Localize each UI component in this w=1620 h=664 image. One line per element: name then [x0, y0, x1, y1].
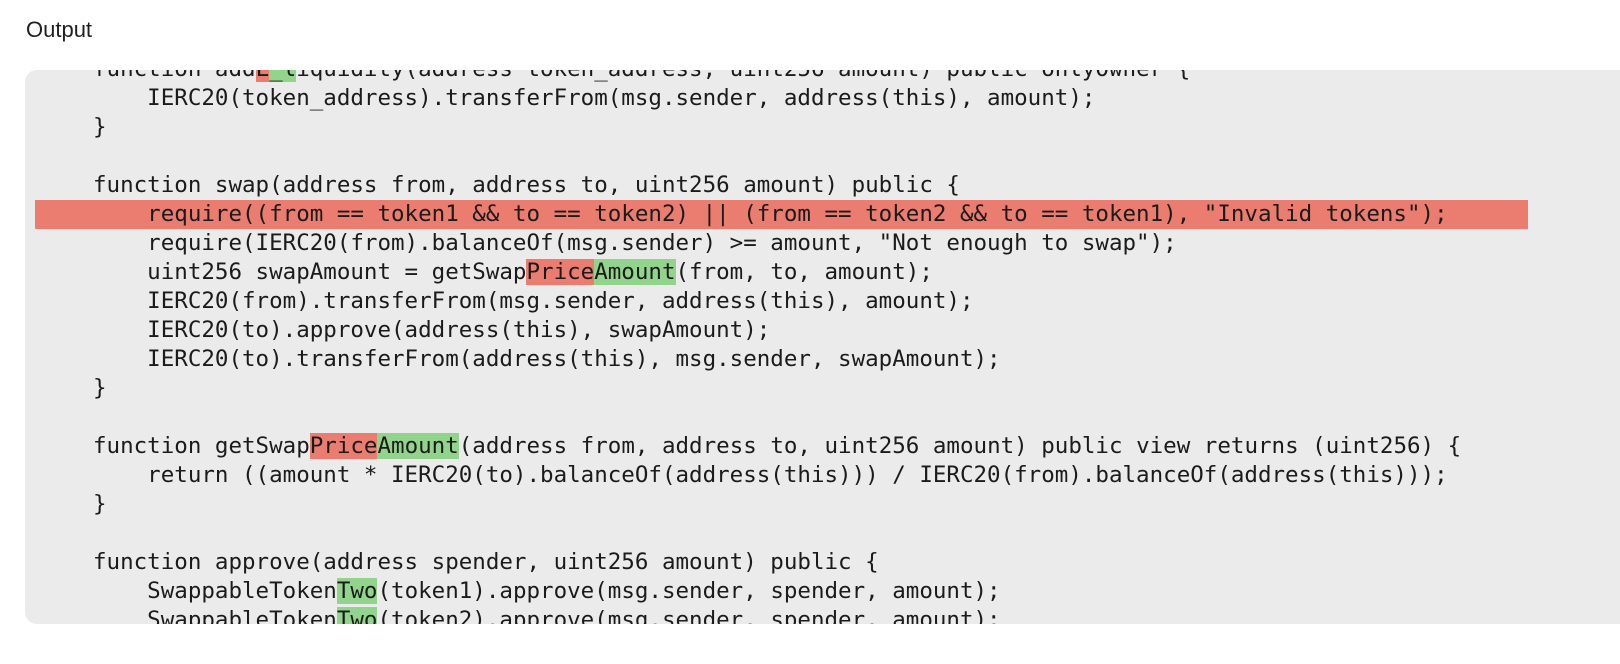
- inserted-text: Amount: [377, 433, 459, 459]
- code-text: IERC20(token_address).transferFrom(msg.s…: [93, 85, 1096, 111]
- code-text: (address from, address to, uint256 amoun…: [458, 433, 1462, 459]
- code-line-content: function getSwapPriceAmount(address from…: [93, 433, 1461, 459]
- code-line: function addL_liquidity(address token_ad…: [25, 70, 1461, 84]
- code-line-content: }: [93, 114, 107, 140]
- code-line: }: [25, 374, 1461, 403]
- code-line: function getSwapPriceAmount(address from…: [25, 432, 1461, 461]
- code-line: IERC20(token_address).transferFrom(msg.s…: [25, 84, 1461, 113]
- code-line-content: IERC20(token_address).transferFrom(msg.s…: [93, 85, 1095, 111]
- code-line: SwappableTokenTwo(token2).approve(msg.se…: [25, 606, 1461, 624]
- inserted-text: Two: [336, 607, 378, 624]
- code-lines: function addL_liquidity(address token_ad…: [25, 70, 1529, 624]
- code-line: return ((amount * IERC20(to).balanceOf(a…: [25, 461, 1461, 490]
- code-text: require((from == token1 && to == token2)…: [93, 201, 1448, 227]
- code-text: uint256 swapAmount = getSwap: [93, 259, 527, 285]
- code-line: function approve(address spender, uint25…: [25, 548, 1461, 577]
- code-line: }: [25, 113, 1461, 142]
- code-line: SwappableTokenTwo(token1).approve(msg.se…: [25, 577, 1461, 606]
- code-line: require(IERC20(from).balanceOf(msg.sende…: [25, 229, 1461, 258]
- deleted-text: Price: [309, 433, 378, 459]
- code-line-content: require((from == token1 && to == token2)…: [93, 201, 1448, 227]
- code-text: SwappableToken: [93, 578, 337, 604]
- code-line-content: require(IERC20(from).balanceOf(msg.sende…: [93, 230, 1177, 256]
- code-text: function add: [93, 70, 256, 82]
- code-line-content: return ((amount * IERC20(to).balanceOf(a…: [93, 462, 1448, 488]
- code-text: }: [93, 114, 107, 140]
- code-line: }: [25, 490, 1461, 519]
- code-text: function approve(address spender, uint25…: [93, 549, 879, 575]
- code-line-content: function swap(address from, address to, …: [93, 172, 960, 198]
- code-text: (token1).approve(msg.sender, spender, am…: [377, 578, 1001, 604]
- code-line-content: }: [93, 375, 107, 401]
- code-text: SwappableToken: [93, 607, 337, 624]
- code-line-content: IERC20(to).transferFrom(address(this), m…: [93, 346, 1001, 372]
- code-text: function swap(address from, address to, …: [93, 172, 960, 198]
- code-line-content: SwappableTokenTwo(token1).approve(msg.se…: [93, 578, 1001, 604]
- code-line: function swap(address from, address to, …: [25, 171, 1461, 200]
- code-line: IERC20(from).transferFrom(msg.sender, ad…: [25, 287, 1461, 316]
- code-line-content: function approve(address spender, uint25…: [93, 549, 879, 575]
- code-line-content: IERC20(from).transferFrom(msg.sender, ad…: [93, 288, 974, 314]
- code-text: return ((amount * IERC20(to).balanceOf(a…: [93, 462, 1448, 488]
- code-line: IERC20(to).transferFrom(address(this), m…: [25, 345, 1461, 374]
- code-text: IERC20(to).approve(address(this), swapAm…: [93, 317, 771, 343]
- inserted-text: Two: [336, 578, 378, 604]
- code-line-content: function addL_liquidity(address token_ad…: [93, 70, 1190, 82]
- code-line: IERC20(to).approve(address(this), swapAm…: [25, 316, 1461, 345]
- code-text: (from, to, amount);: [675, 259, 933, 285]
- code-line-content: IERC20(to).approve(address(this), swapAm…: [93, 317, 770, 343]
- code-text: IERC20(to).transferFrom(address(this), m…: [93, 346, 1001, 372]
- code-text: }: [93, 491, 107, 517]
- inserted-text: _l: [269, 70, 297, 82]
- code-text: }: [93, 375, 107, 401]
- code-diff-panel[interactable]: function addL_liquidity(address token_ad…: [25, 70, 1620, 624]
- code-line-deleted: require((from == token1 && to == token2)…: [25, 200, 1529, 229]
- inserted-text: Amount: [594, 259, 676, 285]
- code-line-content: }: [93, 491, 107, 517]
- deleted-text: Price: [526, 259, 595, 285]
- code-text: iquidity(address token_address, uint256 …: [296, 70, 1190, 82]
- code-text: function getSwap: [93, 433, 310, 459]
- code-text: IERC20(from).transferFrom(msg.sender, ad…: [93, 288, 974, 314]
- code-text: (token2).approve(msg.sender, spender, am…: [377, 607, 1001, 624]
- panel-title: Output: [26, 17, 93, 42]
- code-line-content: SwappableTokenTwo(token2).approve(msg.se…: [93, 607, 1001, 624]
- code-line: uint256 swapAmount = getSwapPriceAmount(…: [25, 258, 1461, 287]
- code-text: require(IERC20(from).balanceOf(msg.sende…: [93, 230, 1177, 256]
- code-line-content: uint256 swapAmount = getSwapPriceAmount(…: [93, 259, 933, 285]
- deleted-text: L: [255, 70, 270, 82]
